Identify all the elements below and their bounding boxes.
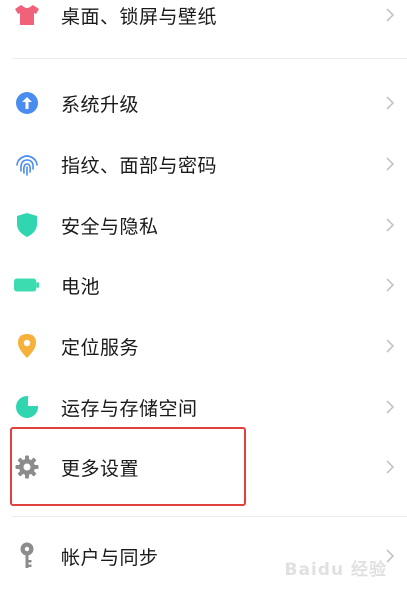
settings-item-label: 安全与隐私 (61, 215, 159, 238)
highlight-annotation-box (10, 427, 246, 506)
chevron-right-icon (386, 460, 395, 474)
section-divider (12, 58, 407, 59)
shirt-icon (14, 2, 40, 28)
settings-item-label: 电池 (61, 275, 101, 298)
chevron-right-icon (386, 400, 395, 414)
settings-item-label: 桌面、锁屏与壁纸 (61, 5, 218, 28)
chevron-right-icon (386, 157, 395, 171)
settings-item-fingerprint-face-password[interactable]: 指纹、面部与密码 (0, 135, 407, 193)
battery-icon (14, 272, 40, 298)
pie-chart-icon (14, 394, 40, 420)
key-icon (14, 542, 40, 569)
chevron-right-icon (386, 339, 395, 353)
settings-item-system-upgrade[interactable]: 系统升级 (0, 74, 407, 132)
arrow-up-circle-icon (14, 90, 40, 116)
chevron-right-icon (386, 96, 395, 110)
settings-item-battery[interactable]: 电池 (0, 256, 407, 314)
settings-item-label: 定位服务 (61, 336, 140, 359)
chevron-right-icon (386, 8, 395, 22)
settings-item-label: 系统升级 (61, 93, 140, 116)
location-pin-icon (14, 333, 40, 359)
section-divider (12, 516, 407, 517)
shield-icon (14, 212, 40, 238)
settings-item-label: 指纹、面部与密码 (61, 154, 218, 177)
fingerprint-icon (14, 151, 40, 177)
settings-item-label: 帐户与同步 (61, 546, 159, 569)
watermark-text: Baidu 经验 (284, 560, 387, 580)
settings-item-wallpaper[interactable]: 桌面、锁屏与壁纸 (0, 0, 407, 44)
chevron-right-icon (386, 278, 395, 292)
settings-item-security-privacy[interactable]: 安全与隐私 (0, 196, 407, 254)
chevron-right-icon (386, 218, 395, 232)
settings-item-location[interactable]: 定位服务 (0, 317, 407, 375)
settings-item-label: 运存与存储空间 (61, 397, 198, 420)
